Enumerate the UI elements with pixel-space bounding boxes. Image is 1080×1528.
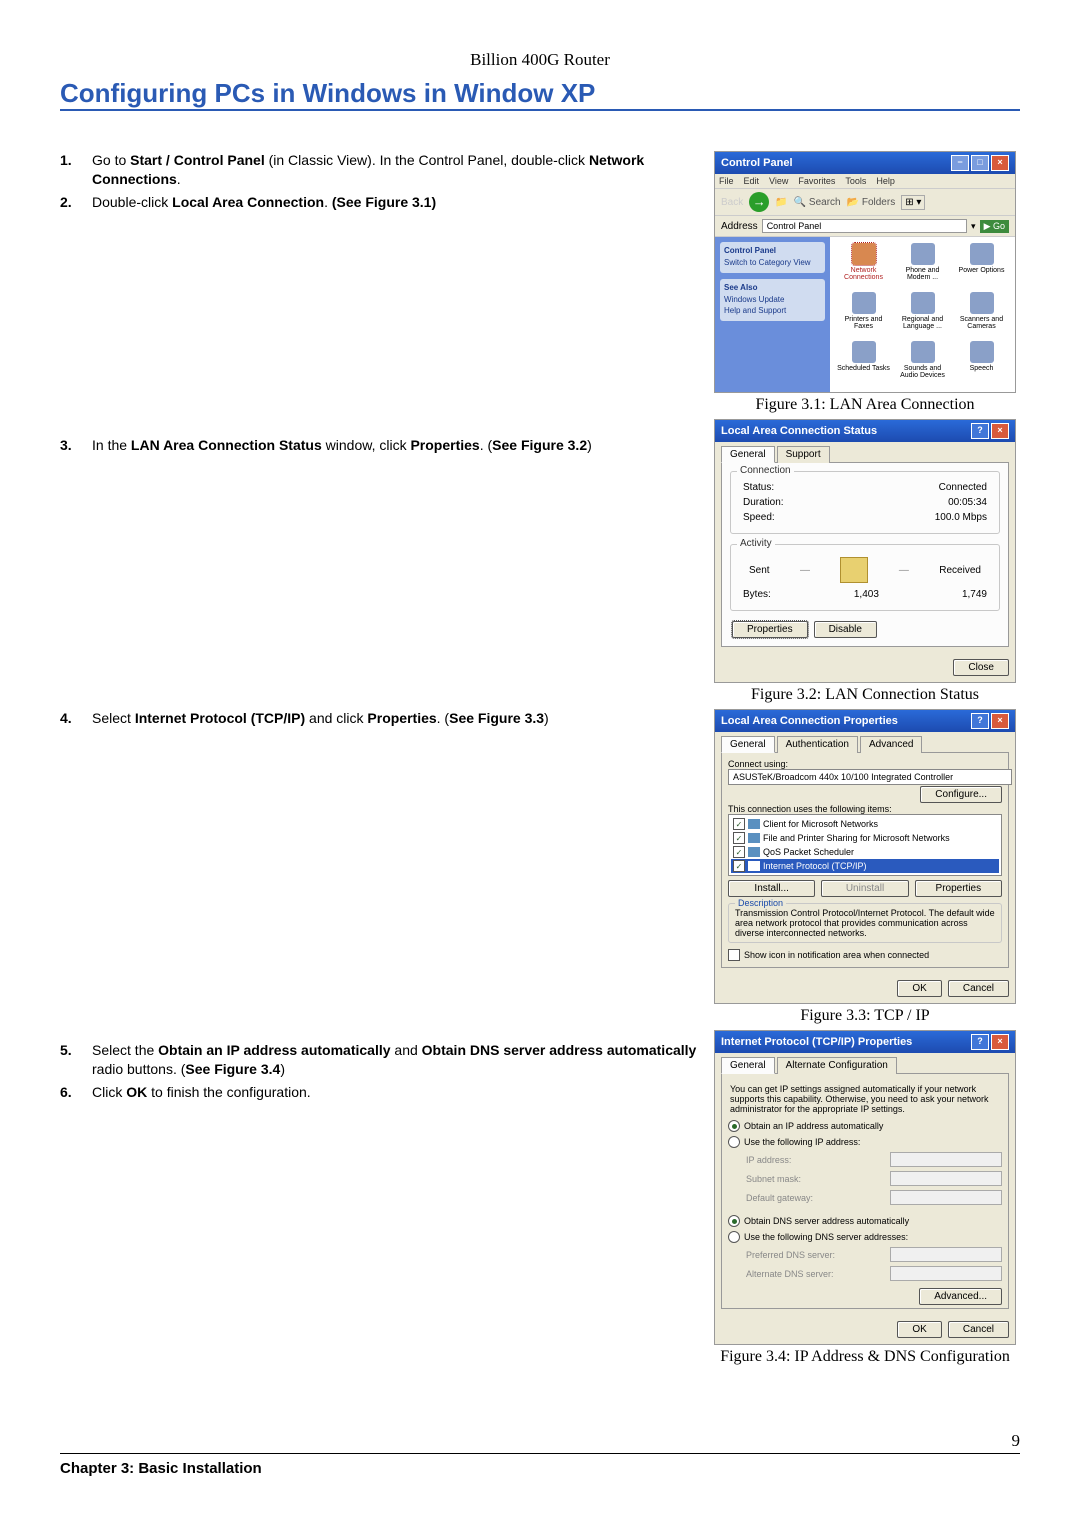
close-button[interactable]: Close [953, 659, 1009, 676]
figure-3-4: Internet Protocol (TCP/IP) Properties ? … [714, 1030, 1016, 1345]
help-icon[interactable]: ? [971, 423, 989, 439]
speech-icon[interactable]: Speech [954, 341, 1009, 386]
maximize-icon[interactable]: □ [971, 155, 989, 171]
obtain-dns-radio[interactable] [728, 1215, 740, 1227]
scheduled-tasks-icon[interactable]: Scheduled Tasks [836, 341, 891, 386]
tab-general[interactable]: General [721, 736, 775, 753]
help-icon[interactable]: ? [971, 1034, 989, 1050]
power-options-icon[interactable]: Power Options [954, 243, 1009, 288]
sidebar: Control Panel Switch to Category View Se… [715, 237, 830, 392]
adapter-field: ASUSTeK/Broadcom 440x 10/100 Integrated … [728, 769, 1012, 785]
advanced-button[interactable]: Advanced... [919, 1288, 1002, 1305]
gateway-field [890, 1190, 1002, 1205]
configure-button[interactable]: Configure... [920, 786, 1002, 803]
sounds-icon[interactable]: Sounds and Audio Devices [895, 341, 950, 386]
folders-button[interactable]: 📂 Folders [847, 197, 896, 208]
tab-general[interactable]: General [721, 1057, 775, 1074]
fig-3-4-caption: Figure 3.4: IP Address & DNS Configurati… [710, 1348, 1020, 1366]
forward-icon[interactable]: → [749, 192, 769, 212]
subnet-field [890, 1171, 1002, 1186]
properties-button[interactable]: Properties [915, 880, 1002, 897]
views-icon[interactable]: ⊞ ▾ [901, 195, 925, 210]
alt-dns-field [890, 1266, 1002, 1281]
instructions-column: 1. Go to Start / Control Panel (in Class… [60, 151, 700, 1371]
bytes-received: 1,749 [962, 589, 987, 600]
regional-icon[interactable]: Regional and Language ... [895, 292, 950, 337]
switch-view-link[interactable]: Switch to Category View [724, 258, 821, 267]
step-3: 3. In the LAN Area Connection Status win… [60, 436, 700, 455]
header: Billion 400G Router [60, 50, 1020, 70]
step-4: 4. Select Internet Protocol (TCP/IP) and… [60, 709, 700, 728]
step-2: 2. Double-click Local Area Connection. (… [60, 193, 700, 212]
fig-3-2-caption: Figure 3.2: LAN Connection Status [710, 686, 1020, 704]
search-button[interactable]: 🔍 Search [794, 197, 841, 208]
window-title: Local Area Connection Status [721, 425, 877, 437]
step-5: 5. Select the Obtain an IP address autom… [60, 1041, 700, 1079]
address-input[interactable]: Control Panel [762, 219, 967, 233]
close-icon[interactable]: × [991, 1034, 1009, 1050]
figure-3-2: Local Area Connection Status ? × General… [714, 419, 1016, 683]
speed-value: 100.0 Mbps [935, 512, 987, 523]
figure-3-1: Control Panel − □ × FileEditViewFavorite… [714, 151, 1016, 393]
close-icon[interactable]: × [991, 713, 1009, 729]
minimize-icon[interactable]: − [951, 155, 969, 171]
tab-general[interactable]: General [721, 446, 775, 463]
bytes-sent: 1,403 [854, 589, 879, 600]
fig-3-3-caption: Figure 3.3: TCP / IP [710, 1007, 1020, 1025]
figure-3-3: Local Area Connection Properties ? × Gen… [714, 709, 1016, 1004]
network-connections-icon[interactable]: Network Connections [836, 243, 891, 288]
tab-support[interactable]: Support [777, 446, 830, 463]
properties-button[interactable]: Properties [732, 621, 808, 638]
use-ip-radio[interactable] [728, 1136, 740, 1148]
help-icon[interactable]: ? [971, 713, 989, 729]
activity-icon [840, 557, 868, 583]
tab-advanced[interactable]: Advanced [860, 736, 922, 753]
ip-address-field [890, 1152, 1002, 1167]
help-support-link[interactable]: Help and Support [724, 306, 821, 315]
pref-dns-field [890, 1247, 1002, 1262]
toolbar[interactable]: Back → 📁 🔍 Search 📂 Folders ⊞ ▾ [715, 189, 1015, 216]
tab-authentication[interactable]: Authentication [777, 736, 858, 753]
uninstall-button: Uninstall [821, 880, 908, 897]
ok-button[interactable]: OK [897, 980, 941, 997]
menu-bar[interactable]: FileEditViewFavoritesToolsHelp [715, 174, 1015, 189]
fig-3-1-caption: Figure 3.1: LAN Area Connection [710, 396, 1020, 414]
windows-update-link[interactable]: Windows Update [724, 295, 821, 304]
phone-modem-icon[interactable]: Phone and Modem ... [895, 243, 950, 288]
printers-icon[interactable]: Printers and Faxes [836, 292, 891, 337]
disable-button[interactable]: Disable [814, 621, 877, 638]
install-button[interactable]: Install... [728, 880, 815, 897]
obtain-ip-radio[interactable] [728, 1120, 740, 1132]
window-title: Control Panel [721, 157, 793, 169]
page-number: 9 [60, 1431, 1020, 1451]
tcpip-item[interactable]: ✓Internet Protocol (TCP/IP) [731, 859, 999, 873]
cancel-button[interactable]: Cancel [948, 1321, 1009, 1338]
show-icon-checkbox[interactable] [728, 949, 740, 961]
status-value: Connected [939, 482, 987, 493]
up-icon[interactable]: 📁 [775, 197, 787, 208]
close-icon[interactable]: × [991, 423, 1009, 439]
step-6: 6. Click OK to finish the configuration. [60, 1083, 700, 1102]
chapter-footer: Chapter 3: Basic Installation [60, 1453, 1020, 1477]
window-title: Internet Protocol (TCP/IP) Properties [721, 1036, 912, 1048]
items-list[interactable]: ✓Client for Microsoft Networks ✓File and… [728, 814, 1002, 876]
back-button: Back [721, 197, 743, 208]
window-title: Local Area Connection Properties [721, 715, 898, 727]
use-dns-radio[interactable] [728, 1231, 740, 1243]
page-title: Configuring PCs in Windows in Window XP [60, 78, 1020, 111]
cancel-button[interactable]: Cancel [948, 980, 1009, 997]
tab-alternate[interactable]: Alternate Configuration [777, 1057, 897, 1074]
go-button[interactable]: ▶ Go [980, 220, 1009, 233]
duration-value: 00:05:34 [948, 497, 987, 508]
close-icon[interactable]: × [991, 155, 1009, 171]
scanners-icon[interactable]: Scanners and Cameras [954, 292, 1009, 337]
ok-button[interactable]: OK [897, 1321, 941, 1338]
step-1: 1. Go to Start / Control Panel (in Class… [60, 151, 700, 189]
